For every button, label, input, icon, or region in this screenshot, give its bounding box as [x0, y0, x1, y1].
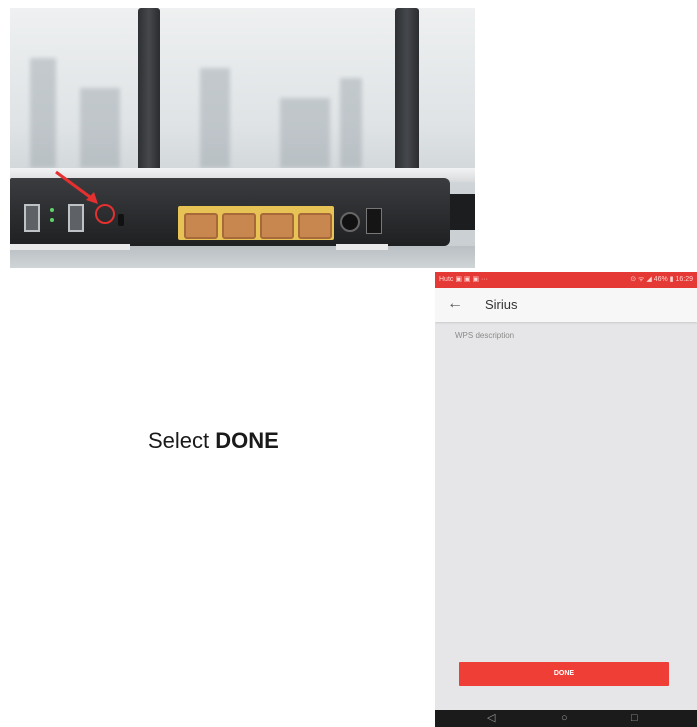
done-button[interactable]: DONE — [459, 662, 669, 686]
instruction-caption: Select DONE — [148, 428, 279, 454]
ethernet-port — [260, 213, 294, 239]
caption-emphasis: DONE — [215, 428, 279, 453]
triangle-back-icon[interactable]: ◁ — [487, 712, 495, 725]
square-recent-icon[interactable]: □ — [631, 712, 638, 725]
phone-screen: Hutc ▣ ▣ ▣ ··· ⊙ ᯤ ◢ 46% ▮ 16:29 ← Siriu… — [435, 272, 697, 727]
ethernet-port — [222, 213, 256, 239]
usb-port — [24, 204, 40, 232]
router-photo — [10, 8, 475, 268]
app-bar: ← Sirius — [435, 288, 697, 322]
red-arrow-icon — [55, 170, 98, 204]
page-title: Sirius — [485, 297, 518, 312]
status-bar: Hutc ▣ ▣ ▣ ··· ⊙ ᯤ ◢ 46% ▮ 16:29 — [435, 272, 697, 288]
ethernet-port — [298, 213, 332, 239]
ethernet-port — [184, 213, 218, 239]
circle-home-icon[interactable]: ○ — [561, 712, 568, 725]
status-right-text: ⊙ ᯤ ◢ 46% ▮ 16:29 — [630, 276, 693, 283]
android-nav-bar: ◁ ○ □ — [435, 710, 697, 727]
caption-prefix: Select — [148, 428, 210, 453]
usb-port — [68, 204, 84, 232]
arrow-left-icon[interactable]: ← — [447, 295, 463, 313]
status-left-text: Hutc ▣ ▣ ▣ ··· — [439, 276, 489, 283]
wps-description-text: WPS description — [455, 331, 515, 340]
